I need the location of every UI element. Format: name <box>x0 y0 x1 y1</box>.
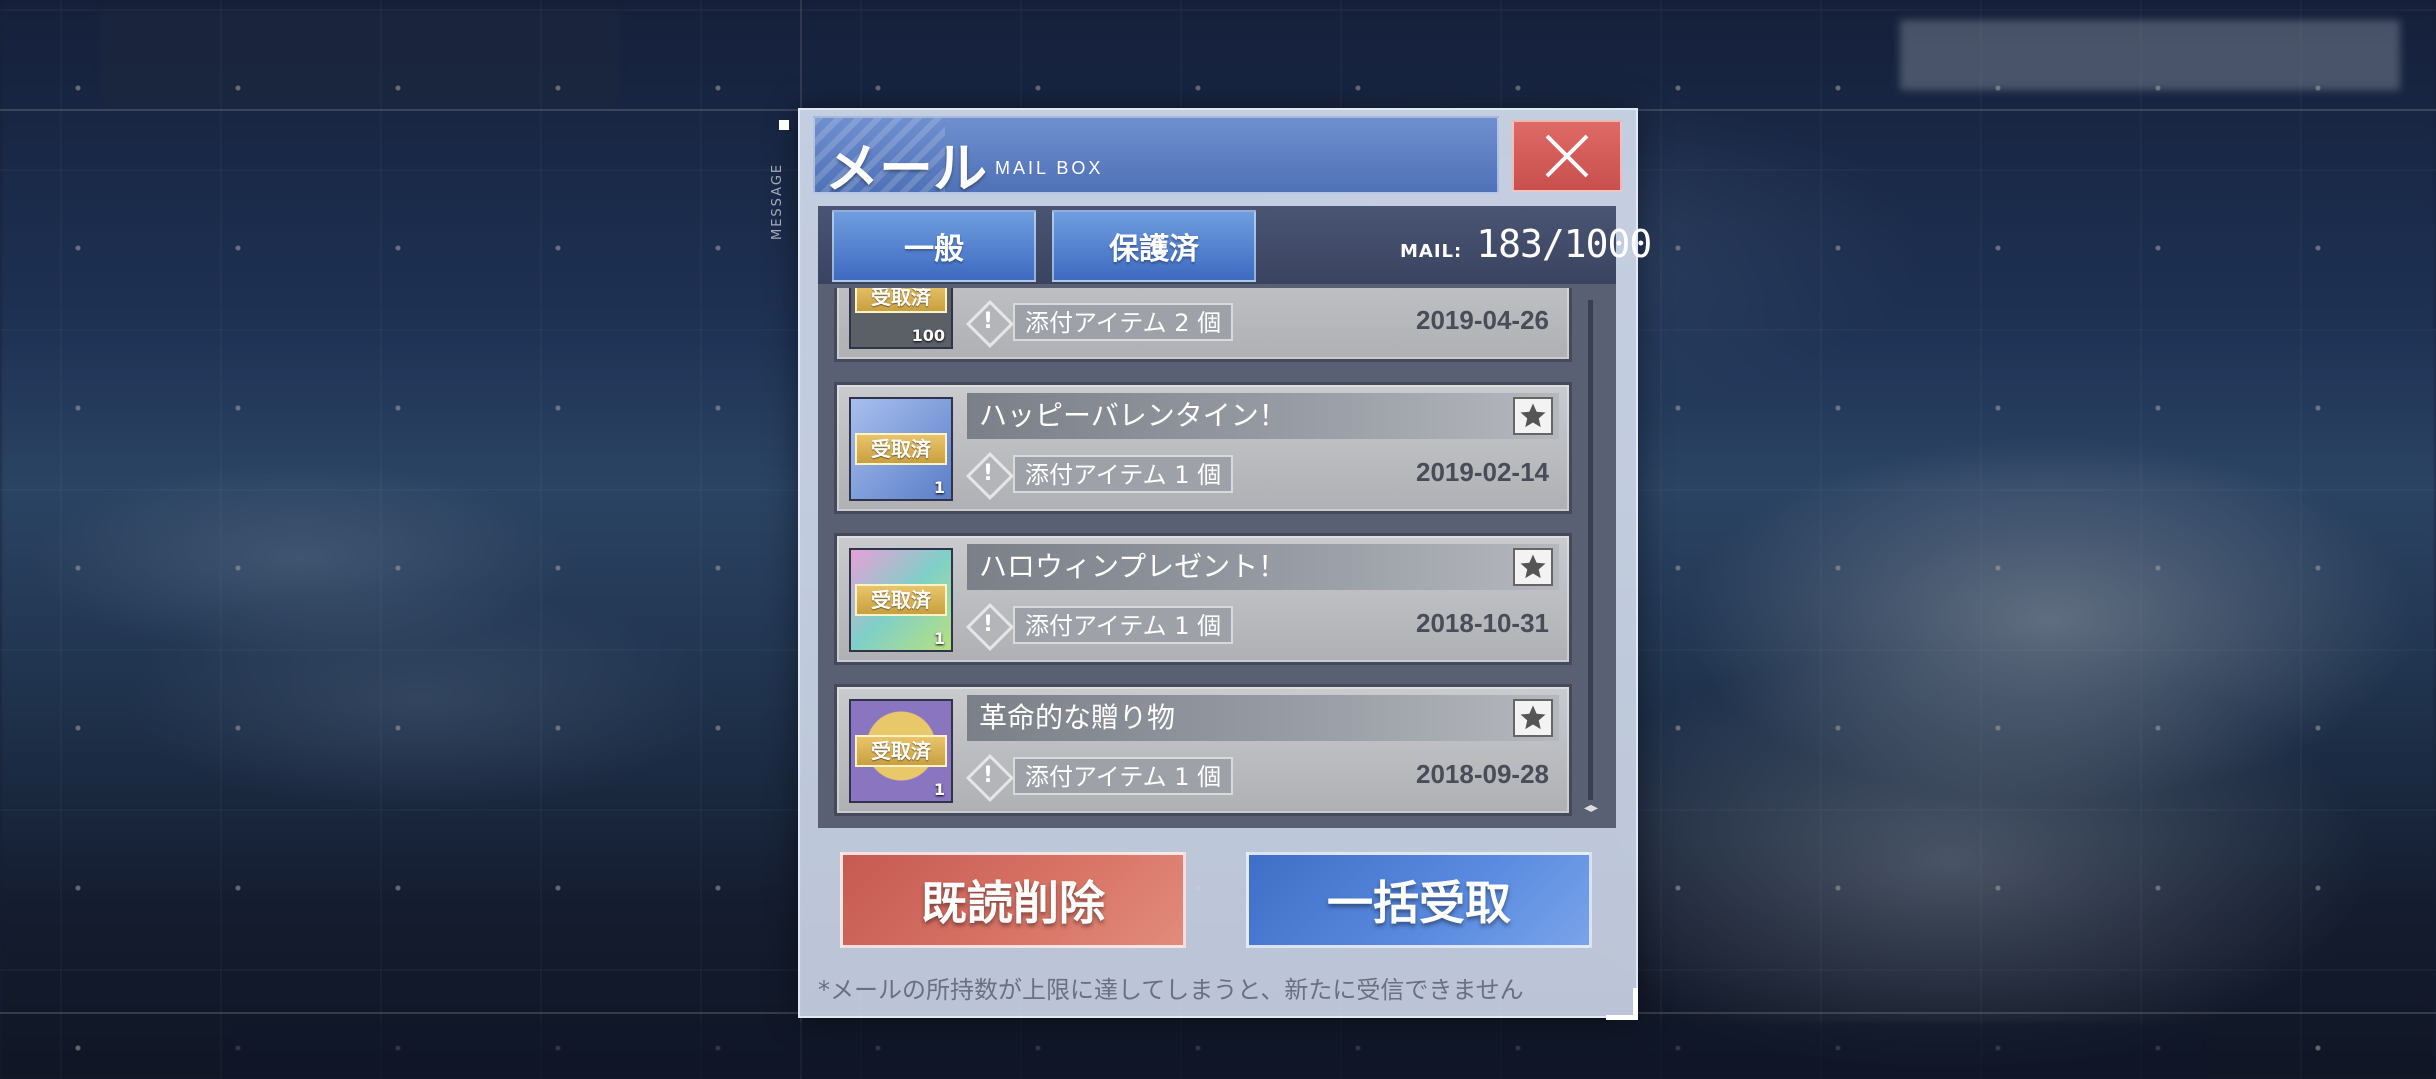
close-icon <box>1545 134 1589 178</box>
mail-thumbnail: 受取済 1 <box>849 397 953 501</box>
attachment-count: 添付アイテム 1 個 <box>1013 606 1234 644</box>
dialog-subtitle: MAIL BOX <box>995 158 1104 178</box>
alert-icon: ! <box>967 604 1009 646</box>
attachment-row: ! 添付アイテム 1 個 <box>967 602 1234 648</box>
star-icon <box>1520 403 1546 428</box>
mail-thumbnail: 受取済 1 <box>849 548 953 652</box>
close-button[interactable] <box>1512 120 1622 192</box>
mail-counter-label: MAIL: <box>1400 241 1463 262</box>
mail-thumbnail: 受取済 1 <box>849 699 953 803</box>
side-label: MESSAGE <box>770 162 785 240</box>
scroll-arrow-icon[interactable]: ◂▸ <box>1584 800 1598 816</box>
attachment-count: 添付アイテム 2 個 <box>1013 303 1234 341</box>
star-button[interactable] <box>1513 397 1553 435</box>
alert-icon: ! <box>967 301 1009 343</box>
claimed-badge: 受取済 <box>855 735 947 767</box>
attachment-row: ! 添付アイテム 2 個 <box>967 299 1234 345</box>
mail-title: ハッピーバレンタイン！ <box>967 393 1559 439</box>
claimed-badge: 受取済 <box>855 433 947 465</box>
attachment-count: 添付アイテム 1 個 <box>1013 757 1234 795</box>
mail-item[interactable]: 受取済 1 革命的な贈り物 ! 添付アイテム 1 個 2018-09-28 <box>834 684 1572 816</box>
star-button[interactable] <box>1513 699 1553 737</box>
star-icon <box>1520 705 1546 730</box>
mail-date: 2018-09-28 <box>1416 759 1549 789</box>
item-quantity: 1 <box>933 629 945 648</box>
attachment-row: ! 添付アイテム 1 個 <box>967 451 1234 497</box>
item-quantity: 1 <box>933 478 945 497</box>
dialog-title-bar: メール MAIL BOX <box>813 116 1499 194</box>
dialog-title: メール <box>825 136 987 194</box>
star-icon <box>1520 554 1546 579</box>
star-button[interactable] <box>1513 548 1553 586</box>
mail-date: 2019-02-14 <box>1416 457 1549 487</box>
mail-title-text: ハロウィンプレゼント！ <box>979 550 1287 583</box>
mail-item[interactable]: 受取済 1 ハロウィンプレゼント！ ! 添付アイテム 1 個 2018-10-3… <box>834 533 1572 665</box>
mail-counter-value: 183/1000 <box>1476 222 1652 266</box>
tab-protected[interactable]: 保護済 <box>1052 210 1256 282</box>
mail-date: 2019-04-26 <box>1416 305 1549 335</box>
mail-date: 2018-10-31 <box>1416 608 1549 638</box>
claimed-badge: 受取済 <box>855 584 947 616</box>
item-quantity: 1 <box>933 780 945 799</box>
alert-icon: ! <box>967 755 1009 797</box>
mail-title: 革命的な贈り物 <box>967 695 1559 741</box>
mail-title-text: ハッピーバレンタイン！ <box>979 399 1287 432</box>
mail-limit-note: *メールの所持数が上限に達してしまうと、新たに受信できません <box>818 976 1524 1004</box>
attachment-row: ! 添付アイテム 1 個 <box>967 753 1234 799</box>
alert-icon: ! <box>967 453 1009 495</box>
claim-all-button[interactable]: 一括受取 <box>1246 852 1592 948</box>
attachment-count: 添付アイテム 1 個 <box>1013 455 1234 493</box>
tab-general[interactable]: 一般 <box>832 210 1036 282</box>
mail-item[interactable]: 受取済 1 ハッピーバレンタイン！ ! 添付アイテム 1 個 2019-02-1… <box>834 382 1572 514</box>
mail-counter: MAIL: 183/1000 <box>1400 222 1652 266</box>
delete-read-button[interactable]: 既読削除 <box>840 852 1186 948</box>
corner-decoration <box>1606 988 1638 1020</box>
mail-title: ハロウィンプレゼント！ <box>967 544 1559 590</box>
item-quantity: 100 <box>911 326 945 345</box>
mail-title-text: 革命的な贈り物 <box>979 701 1176 734</box>
scrollbar[interactable] <box>1588 300 1593 800</box>
